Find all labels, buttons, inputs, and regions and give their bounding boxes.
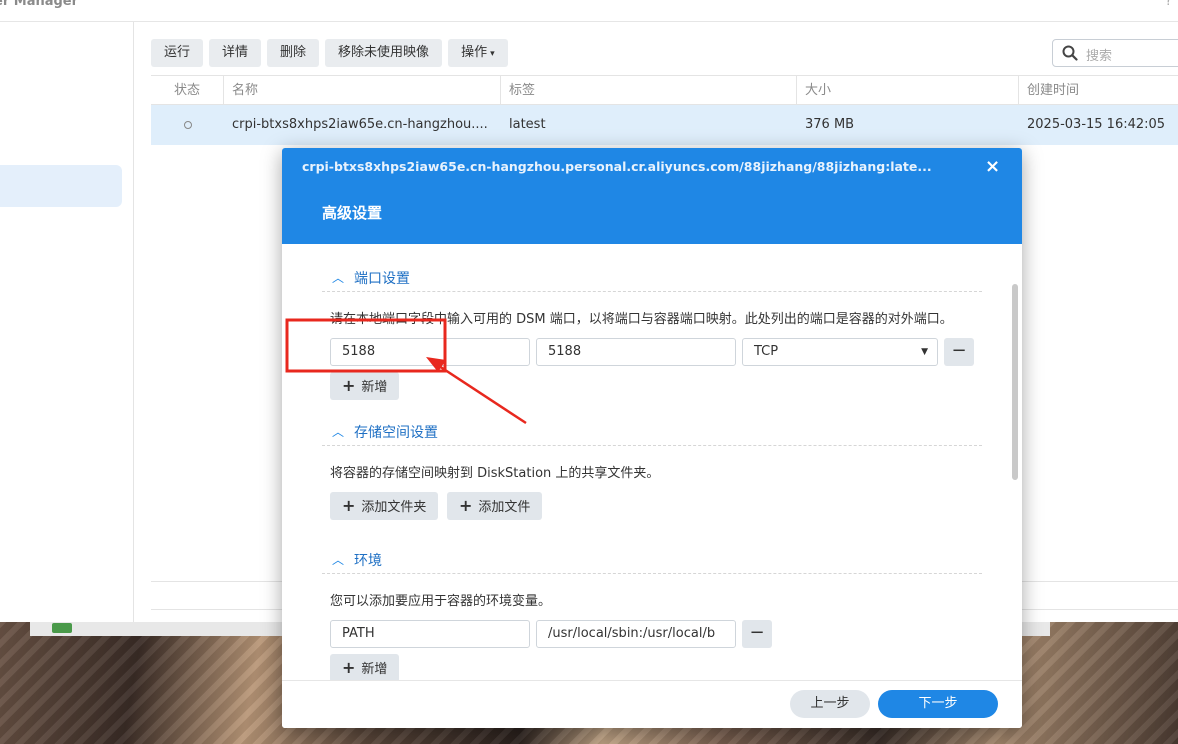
dialog-title: 高级设置 [322,204,383,222]
plus-icon: + [342,376,356,395]
storage-settings-section-header[interactable]: ︿ 存储空间设置 [322,422,982,446]
caret-down-icon: ▼ [921,347,928,357]
run-button[interactable]: 运行 [151,39,204,67]
search-icon [1062,45,1078,61]
env-variable-value-input[interactable]: /usr/local/sbin:/usr/local/b [536,620,736,648]
image-table: 状态 名称 标签 大小 创建时间 crpi-btxs8xhps2iaw65e.c… [151,75,1178,145]
environment-description: 您可以添加要应用于容器的环境变量。 [330,594,552,609]
local-port-input[interactable]: 5188 [330,338,530,366]
add-env-label: 新增 [361,662,388,677]
add-folder-button[interactable]: + 添加文件夹 [330,492,439,520]
actions-label: 操作 [461,45,488,60]
advanced-settings-dialog: crpi-btxs8xhps2iaw65e.cn-hangzhou.person… [282,148,1022,728]
dialog-image-path: crpi-btxs8xhps2iaw65e.cn-hangzhou.person… [302,159,932,174]
row-created: 2025-03-15 16:42:05 [1027,117,1166,132]
add-env-button[interactable]: + 新增 [330,654,400,680]
caret-down-icon: ▾ [490,49,495,59]
details-button[interactable]: 详情 [209,39,262,67]
row-name: crpi-btxs8xhps2iaw65e.cn-hangzhou.... [232,117,488,132]
chevron-up-icon: ︿ [332,271,345,285]
plus-icon: + [459,496,473,515]
add-file-label: 添加文件 [478,500,531,515]
add-port-label: 新增 [361,380,388,395]
column-header-created[interactable]: 创建时间 [1018,76,1178,105]
column-header-status[interactable]: 状态 [166,76,224,105]
port-settings-title: 端口设置 [354,271,410,287]
container-port-input[interactable]: 5188 [536,338,736,366]
remove-env-button[interactable]: − [742,620,772,648]
column-header-size[interactable]: 大小 [796,76,1019,105]
environment-title: 环境 [354,553,382,569]
next-step-button[interactable]: 下一步 [878,690,998,718]
table-header: 状态 名称 标签 大小 创建时间 [151,75,1178,105]
dialog-body: ︿ 端口设置 请在本地端口字段中输入可用的 DSM 端口，以将端口与容器端口映射… [282,244,1022,680]
port-settings-section-header[interactable]: ︿ 端口设置 [322,268,982,292]
search-placeholder: 搜索 [1086,49,1113,64]
chevron-up-icon: ︿ [332,553,345,567]
help-icon[interactable]: ? [1165,0,1172,9]
add-file-button[interactable]: + 添加文件 [447,492,543,520]
toolbar: 运行 详情 删除 移除未使用映像 操作 ▾ [151,39,508,67]
app-icon [52,623,72,633]
storage-settings-title: 存储空间设置 [354,425,438,441]
row-tag: latest [509,117,546,132]
sidebar-item-active[interactable] [0,165,122,207]
scrollbar[interactable] [1012,284,1018,480]
column-header-tag[interactable]: 标签 [500,76,797,105]
dialog-footer: 上一步 下一步 [282,680,1022,728]
remove-port-button[interactable]: − [944,338,974,366]
window-title: er Manager [0,0,79,9]
storage-settings-description: 将容器的存储空间映射到 DiskStation 上的共享文件夹。 [330,466,660,481]
delete-button[interactable]: 删除 [267,39,320,67]
search-input[interactable]: 搜索 [1052,39,1178,67]
dialog-header: crpi-btxs8xhps2iaw65e.cn-hangzhou.person… [282,148,1022,244]
env-variable-name-input[interactable]: PATH [330,620,530,648]
add-port-button[interactable]: + 新增 [330,372,400,400]
status-stopped-icon [184,121,192,129]
protocol-value: TCP [754,344,779,359]
plus-icon: + [342,496,356,515]
window-titlebar: er Manager ? [0,0,1178,22]
chevron-up-icon: ︿ [332,425,345,439]
actions-dropdown-button[interactable]: 操作 ▾ [448,39,508,67]
add-folder-label: 添加文件夹 [361,500,427,515]
previous-step-button[interactable]: 上一步 [790,690,870,718]
table-row[interactable]: crpi-btxs8xhps2iaw65e.cn-hangzhou.... la… [151,105,1178,145]
environment-section-header[interactable]: ︿ 环境 [322,550,982,574]
protocol-select[interactable]: TCP ▼ [742,338,938,366]
plus-icon: + [342,658,356,677]
port-settings-description: 请在本地端口字段中输入可用的 DSM 端口，以将端口与容器端口映射。此处列出的端… [330,312,953,327]
sidebar [0,22,134,622]
remove-unused-images-button[interactable]: 移除未使用映像 [325,39,443,67]
row-size: 376 MB [805,117,855,132]
close-icon[interactable]: × [985,156,1000,177]
column-header-name[interactable]: 名称 [223,76,501,105]
